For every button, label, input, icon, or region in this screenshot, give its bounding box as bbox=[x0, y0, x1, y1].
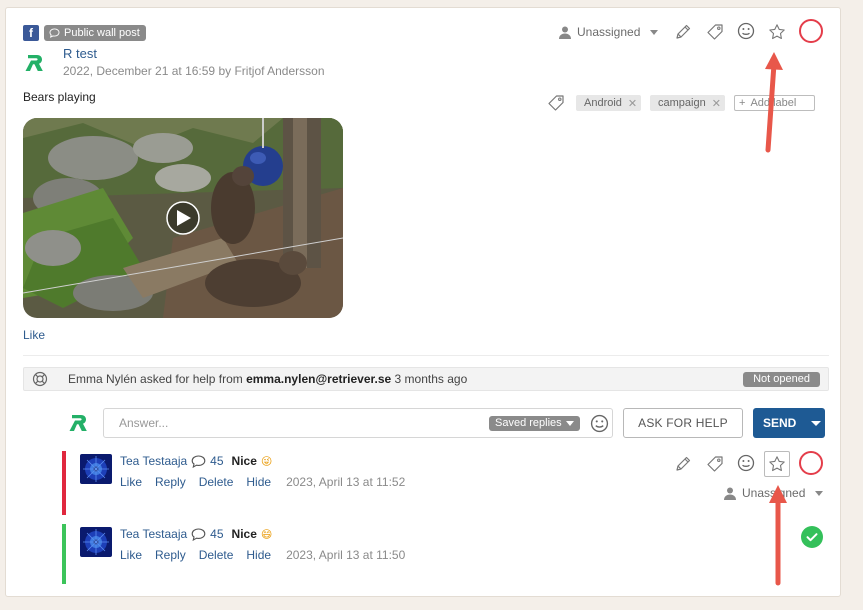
post-type-label: Public wall post bbox=[64, 27, 140, 39]
tag-button[interactable] bbox=[705, 22, 725, 42]
label-chip[interactable]: campaign ✕ bbox=[650, 95, 725, 111]
person-icon bbox=[724, 487, 736, 500]
retriever-logo bbox=[25, 55, 43, 71]
comment-actions: Like Reply Delete Hide 2023, April 13 at… bbox=[120, 475, 418, 489]
smiley-icon bbox=[737, 22, 755, 40]
annotation-arrow bbox=[765, 52, 783, 153]
ask-for-help-button[interactable]: ASK FOR HELP bbox=[623, 408, 743, 438]
saved-replies-dropdown[interactable]: Saved replies bbox=[489, 416, 580, 431]
checkmark-icon bbox=[806, 533, 818, 542]
edit-button[interactable] bbox=[673, 22, 693, 42]
help-request-text: Emma Nylén asked for help from emma.nyle… bbox=[68, 372, 467, 386]
edit-button[interactable] bbox=[673, 454, 693, 474]
annotation-arrow bbox=[769, 485, 787, 586]
help-request-bar: Emma Nylén asked for help from emma.nyle… bbox=[23, 367, 829, 391]
help-request-time: 3 months ago bbox=[394, 372, 468, 386]
answer-box: Saved replies bbox=[103, 408, 613, 438]
comment-text: Nice bbox=[231, 454, 257, 468]
pencil-icon bbox=[676, 24, 691, 39]
close-icon[interactable]: ✕ bbox=[628, 97, 637, 110]
hide-link[interactable]: Hide bbox=[246, 475, 271, 489]
post-type-badge: Public wall post bbox=[44, 25, 146, 41]
star-button[interactable] bbox=[764, 451, 790, 477]
like-link[interactable]: Like bbox=[120, 475, 142, 489]
help-request-email: emma.nylen@retriever.se bbox=[246, 372, 392, 386]
facebook-icon: f bbox=[23, 25, 39, 41]
like-link[interactable]: Like bbox=[120, 548, 142, 562]
answer-input[interactable] bbox=[119, 409, 479, 437]
delete-link[interactable]: Delete bbox=[199, 475, 234, 489]
chevron-down-icon[interactable] bbox=[811, 420, 822, 426]
send-button[interactable]: SEND bbox=[753, 408, 825, 438]
comment-status-bar bbox=[62, 524, 66, 584]
tag-icon bbox=[707, 24, 723, 40]
chevron-down-icon bbox=[565, 421, 574, 426]
star-icon bbox=[769, 24, 785, 40]
label-chip[interactable]: Android ✕ bbox=[576, 95, 642, 111]
pencil-icon bbox=[676, 456, 691, 471]
chevron-down-icon bbox=[650, 29, 659, 35]
comment-emoji: 😜 bbox=[260, 454, 273, 468]
smiley-icon bbox=[737, 454, 755, 472]
tag-icon bbox=[548, 95, 564, 111]
status-badge: Not opened bbox=[743, 372, 820, 387]
comment-date: 2023, April 13 at 11:50 bbox=[286, 548, 406, 562]
label-chip-text: campaign bbox=[658, 97, 706, 109]
status-button[interactable] bbox=[799, 451, 823, 475]
video-player[interactable] bbox=[23, 118, 343, 318]
saved-replies-label: Saved replies bbox=[495, 417, 562, 429]
post-author[interactable]: R test bbox=[63, 46, 97, 61]
send-label: SEND bbox=[763, 416, 797, 430]
reply-link[interactable]: Reply bbox=[155, 475, 186, 489]
hide-link[interactable]: Hide bbox=[246, 548, 271, 562]
person-icon bbox=[559, 26, 571, 39]
speech-bubble-icon bbox=[49, 28, 60, 38]
chevron-down-icon bbox=[815, 490, 824, 496]
status-button[interactable] bbox=[799, 19, 823, 43]
post-meta: 2022, December 21 at 16:59 by Fritjof An… bbox=[63, 64, 325, 78]
comment-author[interactable]: Tea Testaaja bbox=[120, 454, 187, 468]
avatar bbox=[80, 527, 112, 557]
assignee-dropdown[interactable]: Unassigned bbox=[559, 25, 659, 39]
tag-button[interactable] bbox=[705, 454, 725, 474]
comment-header: Tea Testaaja 45 Nice 😜 bbox=[120, 454, 272, 468]
tag-icon bbox=[707, 456, 723, 472]
star-button[interactable] bbox=[767, 22, 787, 42]
comment-emoji: 😄 bbox=[260, 527, 273, 541]
reply-link[interactable]: Reply bbox=[155, 548, 186, 562]
emoji-picker-icon[interactable] bbox=[590, 414, 609, 433]
video-thumbnail bbox=[23, 118, 343, 318]
sentiment-button[interactable] bbox=[736, 21, 756, 41]
label-chip-text: Android bbox=[584, 97, 622, 109]
comment-count: 45 bbox=[210, 454, 224, 468]
close-icon[interactable]: ✕ bbox=[712, 97, 721, 110]
post-text: Bears playing bbox=[23, 90, 96, 104]
assignee-label: Unassigned bbox=[577, 25, 641, 39]
comment-text: Nice bbox=[231, 527, 257, 541]
retriever-logo bbox=[69, 415, 87, 431]
comment-actions: Like Reply Delete Hide 2023, April 13 at… bbox=[120, 548, 418, 562]
done-status-button[interactable] bbox=[801, 526, 823, 548]
comment-count-icon bbox=[191, 454, 206, 468]
comment-author[interactable]: Tea Testaaja bbox=[120, 527, 187, 541]
comment-date: 2023, April 13 at 11:52 bbox=[286, 475, 406, 489]
divider bbox=[23, 355, 829, 356]
lifebuoy-icon bbox=[32, 371, 48, 387]
avatar bbox=[80, 454, 112, 484]
post-card: f Public wall post R test 2022, December… bbox=[5, 7, 841, 597]
comment-count: 45 bbox=[210, 527, 224, 541]
like-link[interactable]: Like bbox=[23, 328, 45, 342]
delete-link[interactable]: Delete bbox=[199, 548, 234, 562]
comment-status-bar bbox=[62, 451, 66, 515]
sentiment-button[interactable] bbox=[736, 453, 756, 473]
comment-count-icon bbox=[191, 527, 206, 541]
star-icon bbox=[769, 456, 785, 472]
comment-header: Tea Testaaja 45 Nice 😄 bbox=[120, 527, 272, 541]
plus-icon: + bbox=[739, 97, 746, 109]
help-request-prefix: Emma Nylén asked for help from bbox=[68, 372, 243, 386]
